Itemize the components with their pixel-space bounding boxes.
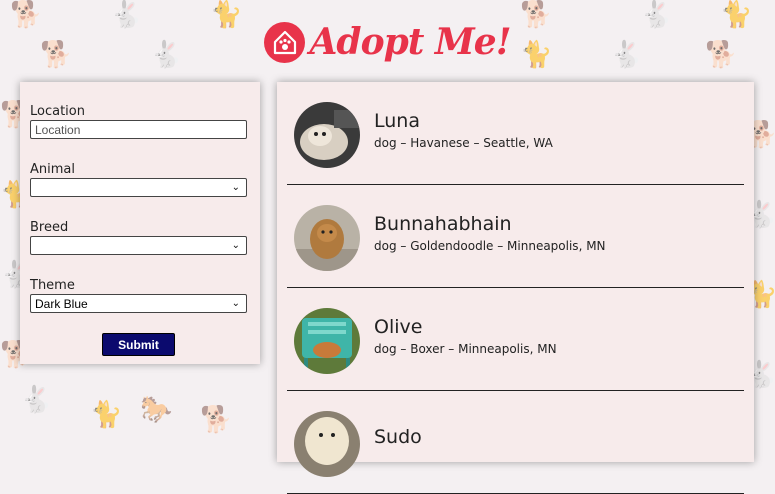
theme-select[interactable]: Dark Blue ⌄	[30, 294, 247, 313]
breed-select[interactable]: ⌄	[30, 236, 247, 255]
pet-photo	[294, 410, 360, 477]
theme-field: Theme Dark Blue ⌄	[30, 278, 247, 313]
chevron-down-icon: ⌄	[231, 240, 240, 251]
pet-card[interactable]: Luna dog – Havanese – Seattle, WA	[287, 82, 744, 185]
breed-field: Breed ⌄	[30, 220, 247, 255]
pet-details: dog – Havanese – Seattle, WA	[374, 135, 553, 150]
location-input[interactable]	[30, 120, 247, 139]
chevron-down-icon: ⌄	[231, 182, 240, 193]
logo[interactable]: Adopt Me!	[264, 21, 512, 63]
pet-photo	[294, 307, 360, 374]
theme-label: Theme	[30, 278, 75, 293]
pet-info: Olive dog – Boxer – Minneapolis, MN	[374, 316, 557, 356]
submit-button[interactable]: Submit	[102, 333, 175, 356]
pet-details: dog – Boxer – Minneapolis, MN	[374, 341, 557, 356]
search-form: Location Animal ⌄ Breed ⌄ Theme Dark Blu…	[20, 82, 260, 364]
pet-name: Luna	[374, 109, 420, 132]
animal-label: Animal	[30, 162, 75, 177]
animal-select[interactable]: ⌄	[30, 178, 247, 197]
animal-field: Animal ⌄	[30, 162, 247, 197]
pet-name: Sudo	[374, 425, 422, 448]
pet-photo	[294, 204, 360, 271]
pet-name: Olive	[374, 315, 423, 338]
pet-details: dog – Goldendoodle – Minneapolis, MN	[374, 238, 606, 253]
logo-text: Adopt Me!	[309, 21, 511, 63]
chevron-down-icon: ⌄	[231, 298, 240, 309]
home-paw-icon	[264, 21, 306, 63]
results-list: Luna dog – Havanese – Seattle, WA Bunnah…	[277, 82, 754, 494]
pet-info: Bunnahabhain dog – Goldendoodle – Minnea…	[374, 213, 606, 253]
site-header: Adopt Me!	[0, 14, 775, 70]
pet-photo	[294, 101, 360, 168]
pet-card[interactable]: Olive dog – Boxer – Minneapolis, MN	[287, 288, 744, 391]
pet-info: Luna dog – Havanese – Seattle, WA	[374, 110, 553, 150]
pet-card[interactable]: Bunnahabhain dog – Goldendoodle – Minnea…	[287, 185, 744, 288]
pet-name: Bunnahabhain	[374, 212, 512, 235]
theme-select-value: Dark Blue	[35, 296, 88, 311]
pet-info: Sudo	[374, 426, 422, 452]
location-field: Location	[30, 104, 247, 139]
breed-label: Breed	[30, 220, 69, 235]
location-label: Location	[30, 104, 85, 119]
